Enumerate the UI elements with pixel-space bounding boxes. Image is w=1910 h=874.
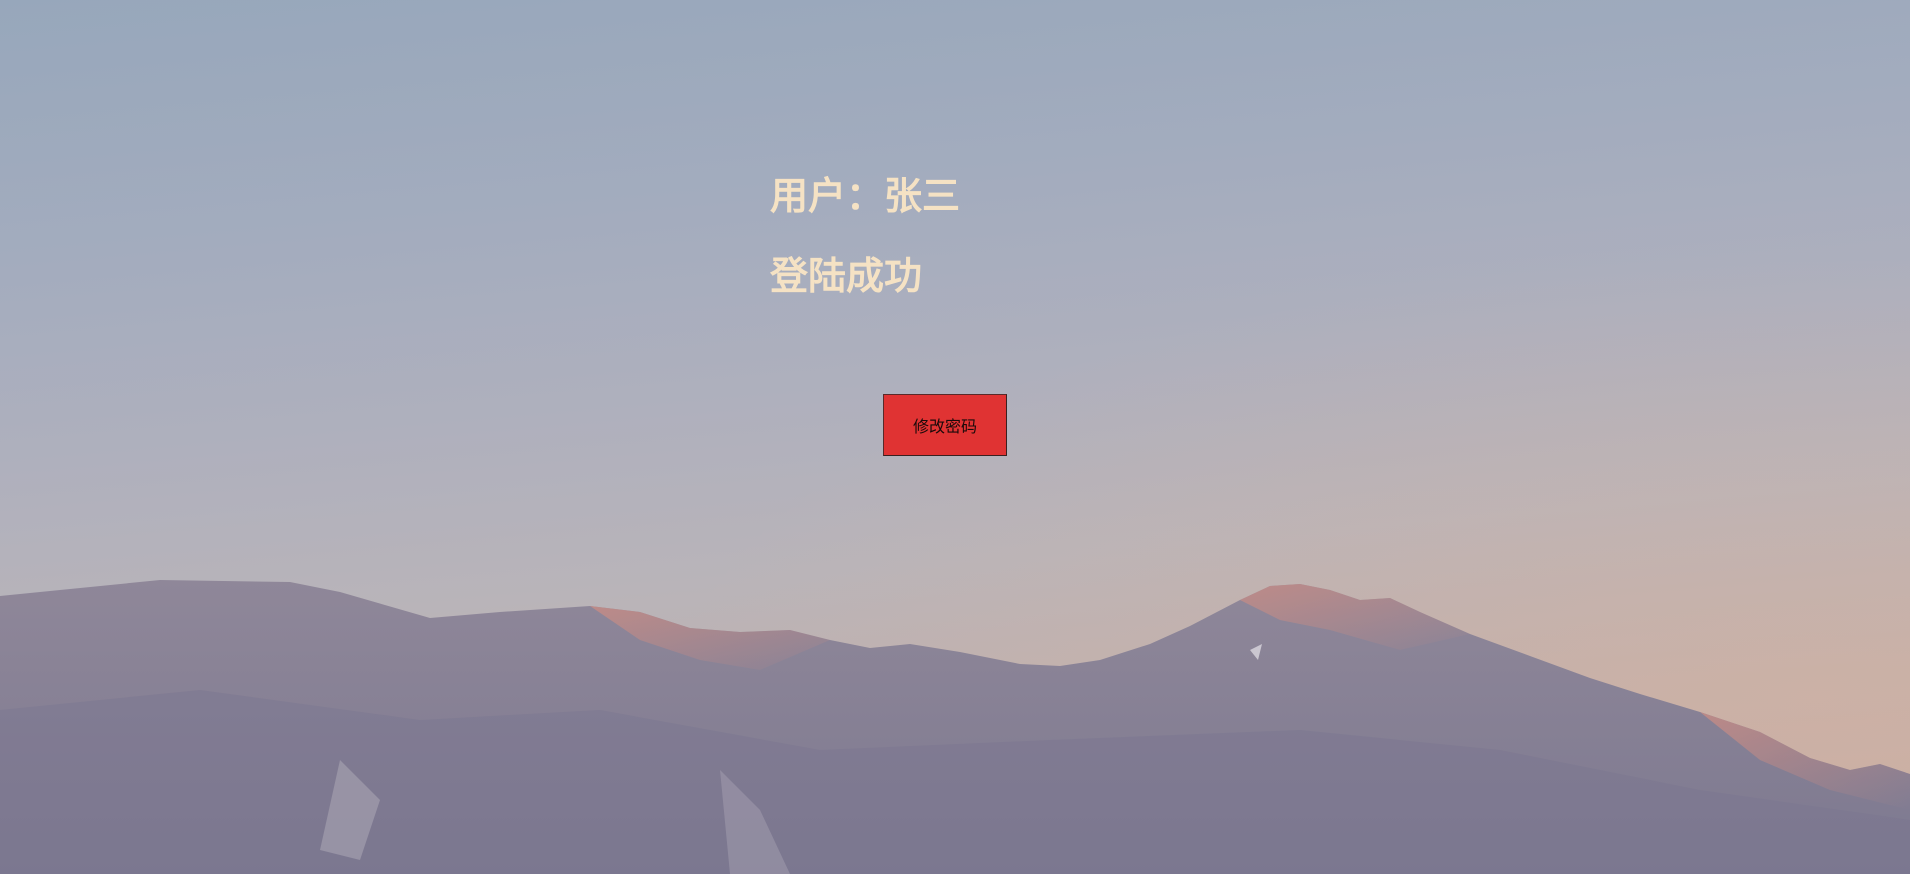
user-line: 用户：张三 (770, 172, 960, 220)
user-info: 用户：张三 登陆成功 (770, 172, 960, 332)
user-name: 张三 (884, 174, 961, 218)
login-status: 登陆成功 (770, 254, 923, 298)
mountain-background (0, 580, 1910, 874)
user-label: 用户： (770, 174, 885, 218)
change-password-button[interactable]: 修改密码 (883, 394, 1007, 456)
